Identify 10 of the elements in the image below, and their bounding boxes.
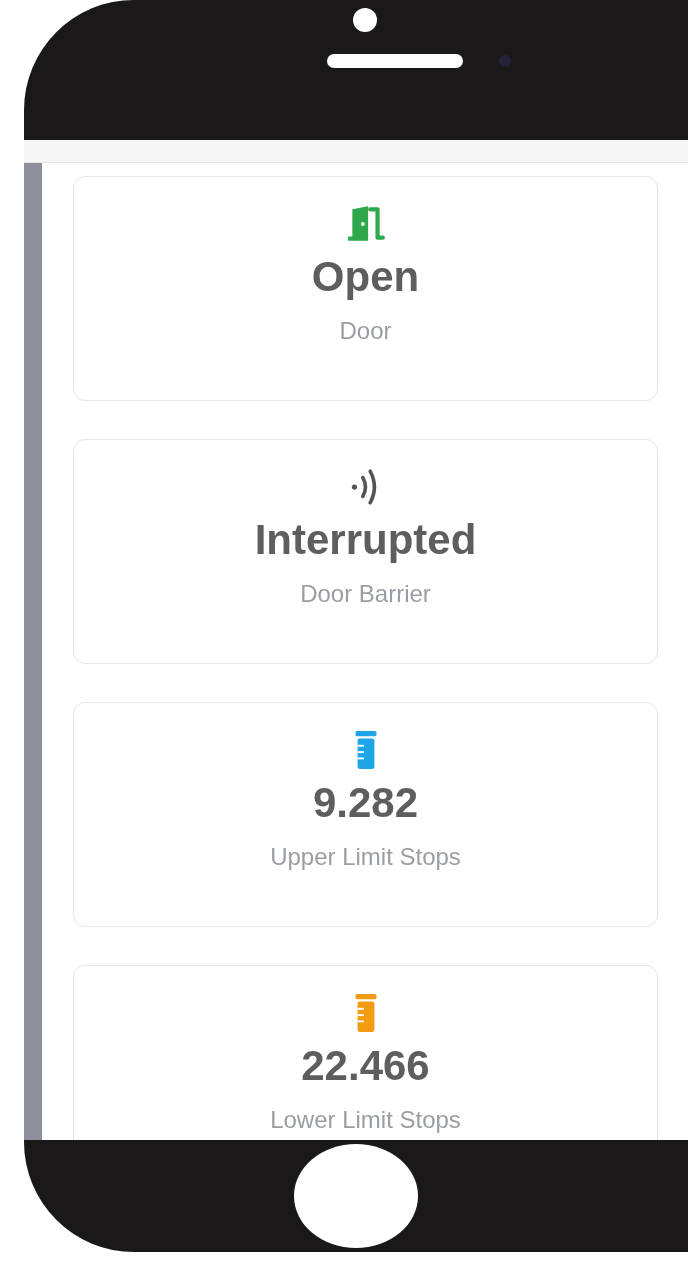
status-label: Lower Limit Stops (270, 1105, 461, 1135)
status-value: 22.466 (301, 1041, 430, 1091)
status-value: Interrupted (254, 515, 477, 565)
status-label: Door Barrier (300, 579, 431, 609)
status-label: Upper Limit Stops (270, 842, 461, 872)
sensor-icon (499, 55, 511, 67)
status-value: 9.282 (312, 778, 419, 828)
camera-icon (353, 8, 377, 32)
status-value: Open (311, 252, 420, 302)
status-label: Door (339, 316, 392, 346)
